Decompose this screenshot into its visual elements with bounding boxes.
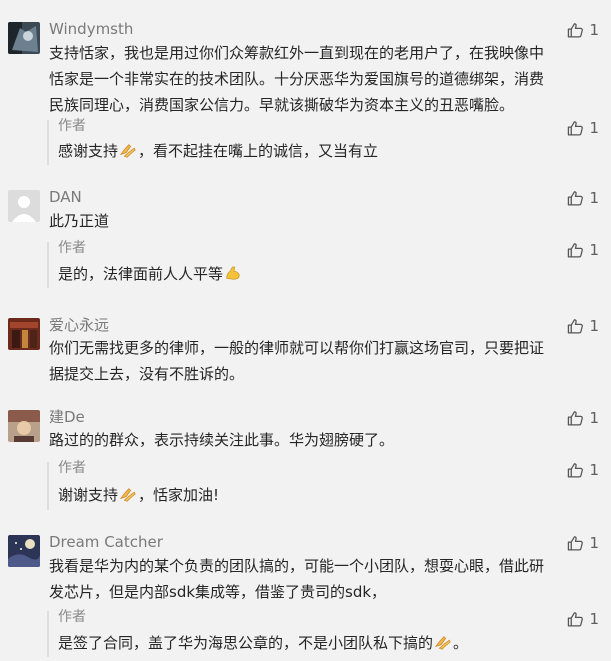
reply-text: 是的，法律面前人人平等 [58, 262, 561, 289]
like-count: 1 [589, 119, 599, 137]
comment-text-line: 路过的的群众，表示持续关注此事。华为翅膀硬了。 [49, 431, 395, 449]
reply-text: 是签了合同，盖了华为海思公章的，不是小团队私下搞的 。 [58, 631, 561, 658]
thumbs-up-icon [568, 410, 584, 426]
avatar[interactable] [8, 190, 40, 222]
thumbs-up-icon [568, 22, 584, 38]
like-button[interactable]: 1 [567, 533, 599, 553]
comment-text-line: 此乃正道 [49, 212, 110, 230]
reply-text-before: 是签了合同，盖了华为海思公章的，不是小团队私下搞的 [58, 634, 434, 652]
like-button[interactable]: 1 [567, 408, 599, 428]
comment-text-line: 你们无需找更多的律师，一般的律师就可以帮你们打赢这场官司，只要把证 [49, 339, 545, 357]
thumbs-up-icon [568, 462, 584, 478]
comment-nickname[interactable]: Dream Catcher [49, 531, 163, 553]
comment-text: 我看是华为内的某个负责的团队搞的，可能一个小团队，想耍心眼，借此研 发芯片，但是… [49, 553, 597, 605]
comment-text: 支持恬家，我也是用过你们众筹款红外一直到现在的老用户了，在我映像中 恬家是一个非… [49, 40, 597, 118]
flexed-biceps-emoji-icon [224, 264, 242, 289]
author-reply: 作者 1 是的，法律面前人人平等 [47, 240, 601, 289]
reply-like-button[interactable]: 1 [567, 240, 599, 260]
thumbs-up-icon [568, 535, 584, 551]
comment-text: 路过的的群众，表示持续关注此事。华为翅膀硬了。 [49, 427, 597, 453]
avatar[interactable] [8, 318, 40, 350]
reply-author: 作者 [58, 118, 86, 134]
author-reply: 作者 1 感谢支持 ，看不起挂在嘴上的诚信，又当有立 [47, 118, 601, 166]
like-count: 1 [589, 409, 599, 427]
reply-text-after: 。 [453, 634, 469, 652]
reply-like-button[interactable]: 1 [567, 609, 599, 629]
thumbs-up-icon [568, 120, 584, 136]
reply-text: 感谢支持 ，看不起挂在嘴上的诚信，又当有立 [58, 139, 561, 166]
avatar[interactable] [8, 410, 40, 442]
comment-nickname[interactable]: DAN [49, 186, 82, 208]
author-reply: 作者 1 谢谢支持 ，恬家加油! [47, 460, 601, 510]
reply-like-button[interactable]: 1 [567, 460, 599, 480]
folded-hands-emoji-icon [434, 633, 452, 658]
thumbs-up-icon [568, 190, 584, 206]
comment-nickname[interactable]: Windymsth [49, 18, 133, 40]
comment-text: 此乃正道 [49, 208, 597, 234]
reply-text-after: ，恬家加油! [138, 486, 220, 504]
like-count: 1 [589, 534, 599, 552]
reply-author: 作者 [58, 460, 86, 476]
like-count: 1 [589, 461, 599, 479]
reply-text-after: ，看不起挂在嘴上的诚信，又当有立 [138, 142, 379, 160]
comment-text: 你们无需找更多的律师，一般的律师就可以帮你们打赢这场官司，只要把证 据提交上去，… [49, 335, 597, 387]
like-button[interactable]: 1 [567, 188, 599, 208]
comment-text-line: 恬家是一个非常实在的技术团队。十分厌恶华为爱国旗号的道德绑架，消费 [49, 70, 545, 88]
folded-hands-emoji-icon [119, 141, 137, 166]
comment-text-line: 民族同理心，消费国家公信力。早就该撕破华为资本主义的丑恶嘴脸。 [49, 96, 515, 114]
like-button[interactable]: 1 [567, 316, 599, 336]
folded-hands-emoji-icon [119, 485, 137, 510]
comment-nickname[interactable]: 建De [49, 406, 85, 428]
comment-text-line: 支持恬家，我也是用过你们众筹款红外一直到现在的老用户了，在我映像中 [49, 44, 545, 62]
like-count: 1 [589, 317, 599, 335]
like-count: 1 [589, 189, 599, 207]
reply-like-button[interactable]: 1 [567, 118, 599, 138]
author-reply: 作者 1 是签了合同，盖了华为海思公章的，不是小团队私下搞的 。 [47, 609, 601, 658]
avatar[interactable] [8, 535, 40, 567]
thumbs-up-icon [568, 611, 584, 627]
reply-author: 作者 [58, 240, 86, 256]
like-count: 1 [589, 610, 599, 628]
comment-nickname[interactable]: 爱心永远 [49, 314, 109, 336]
like-count: 1 [589, 241, 599, 259]
comment-text-line: 发芯片，但是内部sdk集成等，借鉴了贵司的sdk， [49, 583, 387, 601]
like-button[interactable]: 1 [567, 20, 599, 40]
thumbs-up-icon [568, 318, 584, 334]
reply-text-before: 感谢支持 [58, 142, 119, 160]
comment-text-line: 据提交上去，没有不胜诉的。 [49, 365, 245, 383]
reply-text: 谢谢支持 ，恬家加油! [58, 483, 561, 510]
like-count: 1 [589, 21, 599, 39]
reply-text-before: 是的，法律面前人人平等 [58, 265, 224, 283]
reply-author: 作者 [58, 609, 86, 625]
avatar[interactable] [8, 22, 40, 54]
thumbs-up-icon [568, 242, 584, 258]
comment-feed: Windymsth 1 支持恬家，我也是用过你们众筹款红外一直到现在的老用户了，… [0, 0, 611, 661]
comment-text-line: 我看是华为内的某个负责的团队搞的，可能一个小团队，想耍心眼，借此研 [49, 557, 545, 575]
reply-text-before: 谢谢支持 [58, 486, 119, 504]
